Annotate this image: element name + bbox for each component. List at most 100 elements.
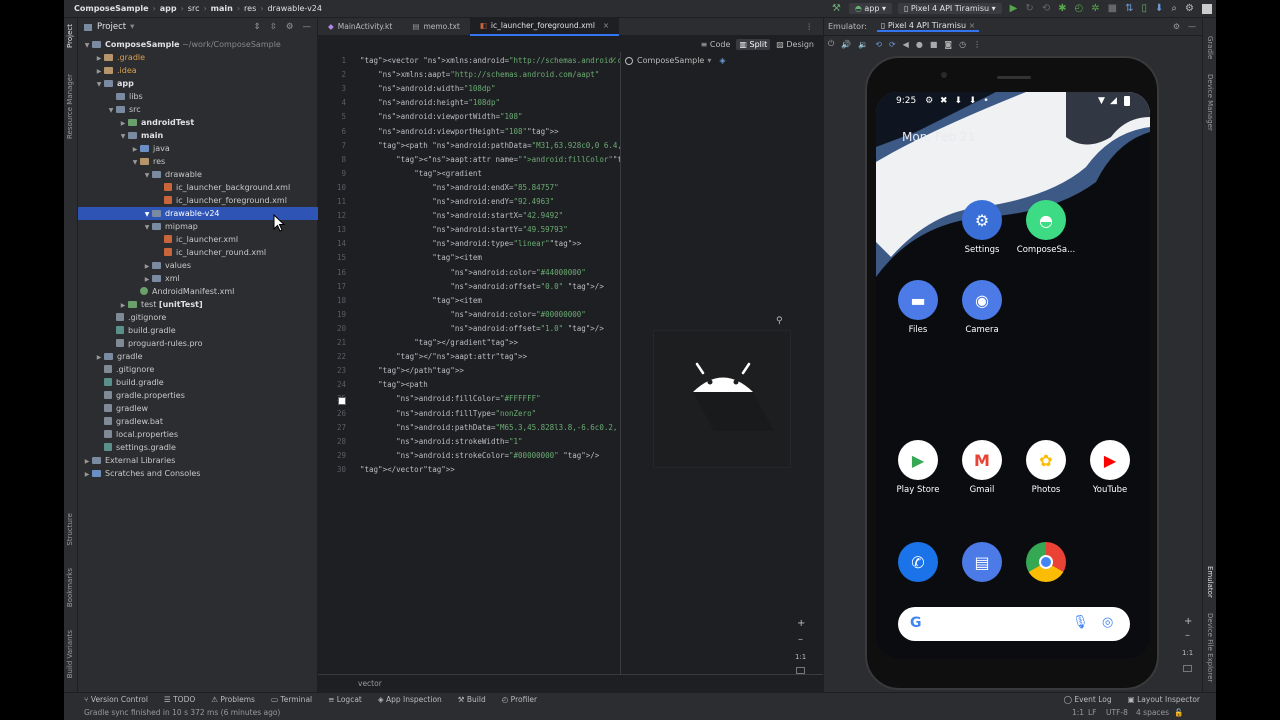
rerun-icon[interactable]: ↻ (1025, 3, 1033, 14)
tree-item-gradle-dir[interactable]: ▶ .gradle (78, 51, 318, 64)
project-view-select[interactable]: Project (97, 22, 126, 32)
sync-icon[interactable]: ⇅ (1125, 3, 1133, 14)
tree-item-java[interactable]: ▶ java (78, 142, 318, 155)
tree-item-values[interactable]: ▶ values (78, 259, 318, 272)
tab-ic-launcher-foreground[interactable]: ◧ ic_launcher_foreground.xml × (469, 17, 620, 36)
tool-bookmarks[interactable]: Bookmarks (66, 568, 74, 607)
zoom-fit-icon[interactable] (1183, 665, 1192, 672)
chevron-down-icon[interactable]: ▾ (130, 22, 134, 32)
preview-title[interactable]: ComposeSample (637, 56, 704, 65)
tab-version-control[interactable]: ⑂ Version Control (84, 695, 148, 704)
profile-icon[interactable]: ◴ (1075, 3, 1084, 14)
run-config-select[interactable]: ◓ app ▾ (848, 3, 892, 14)
home-date[interactable]: Mon, Feb 21 (902, 130, 975, 144)
status-message[interactable]: Gradle sync finished in 10 s 372 ms (6 m… (84, 708, 280, 717)
tree-item-gradlew-bat[interactable]: gradlew.bat (78, 415, 318, 428)
app-settings[interactable]: ⚙ Settings (947, 200, 1017, 255)
caret-position[interactable]: 1:1 (1072, 706, 1084, 720)
mode-design-button[interactable]: ▨ Design (773, 39, 817, 50)
close-icon[interactable]: × (969, 21, 976, 30)
breadcrumb-drawable-v24[interactable]: drawable-v24 (265, 4, 324, 13)
tool-gradle[interactable]: Gradle (1206, 36, 1214, 59)
close-icon[interactable]: × (603, 17, 609, 35)
device-screen[interactable]: 9:25 ⚙ ✖ ⬇ ⬇ • ▼ ◢ Mon, Feb 21 ⚙ Setting… (876, 92, 1150, 658)
breadcrumb-main[interactable]: main (209, 4, 235, 13)
app-composesample[interactable]: ◓ ComposeSa... (1011, 200, 1081, 255)
tree-item-gitignore[interactable]: .gitignore (78, 363, 318, 376)
zoom-actual-size[interactable]: 1:1 (795, 653, 806, 661)
snapshot-icon[interactable]: ◷ (959, 40, 966, 49)
tree-item-gradle-properties[interactable]: gradle.properties (78, 389, 318, 402)
indent-setting[interactable]: 4 spaces (1136, 706, 1169, 720)
chevron-right-icon[interactable]: ▶ (82, 468, 92, 481)
mode-split-button[interactable]: ▥ Split (736, 38, 771, 50)
tree-item-drawable[interactable]: ▼ drawable (78, 168, 318, 181)
apply-changes-icon[interactable]: ⟲ (1042, 3, 1050, 14)
stop-icon[interactable]: ■ (1108, 3, 1117, 14)
tab-problems[interactable]: ⚠ Problems (211, 695, 255, 704)
breadcrumb-app[interactable]: app (158, 4, 179, 13)
home-icon[interactable]: ● (916, 40, 923, 49)
dock-messages[interactable]: ▤ (947, 542, 1017, 587)
tree-item-idea[interactable]: ▶ .idea (78, 64, 318, 77)
zoom-out-icon[interactable]: – (798, 634, 803, 645)
line-separator[interactable]: LF (1088, 706, 1097, 720)
tool-build-variants[interactable]: Build Variants (66, 630, 74, 678)
tab-profiler[interactable]: ◴ Profiler (502, 695, 537, 704)
overview-icon[interactable]: ■ (930, 40, 938, 49)
tree-item-proguard[interactable]: proguard-rules.pro (78, 337, 318, 350)
minimize-icon[interactable]: — (303, 22, 312, 32)
tree-item-ic-launcher-round[interactable]: ic_launcher_round.xml (78, 246, 318, 259)
editor-breadcrumb-tag[interactable]: vector (358, 679, 382, 688)
tab-logcat[interactable]: ≡ Logcat (328, 695, 362, 704)
tab-memo[interactable]: ▤ memo.txt (402, 18, 469, 36)
tree-item-androidtest[interactable]: ▶ androidTest (78, 116, 318, 129)
collapse-all-icon[interactable]: ⇳ (270, 22, 277, 32)
microphone-icon[interactable]: 🎙 (1072, 615, 1089, 630)
tab-todo[interactable]: ☰ TODO (164, 695, 195, 704)
volume-up-icon[interactable]: 🔊 (841, 40, 851, 49)
lock-icon[interactable]: 🔓 (1174, 706, 1183, 720)
emulator-device-tab[interactable]: ▯ Pixel 4 API Tiramisu × (876, 21, 980, 32)
tool-structure[interactable]: Structure (66, 513, 74, 546)
tab-layout-inspector[interactable]: ▣ Layout Inspector (1128, 695, 1200, 704)
tree-item-gradle[interactable]: ▶ gradle (78, 350, 318, 363)
rotate-right-icon[interactable]: ⟳ (889, 40, 896, 49)
volume-down-icon[interactable]: 🔉 (858, 40, 868, 49)
tab-app-inspection[interactable]: ◈ App Inspection (378, 695, 442, 704)
tree-item-res[interactable]: ▼ res (78, 155, 318, 168)
tab-terminal[interactable]: ▭ Terminal (271, 695, 312, 704)
tree-item-local-properties[interactable]: local.properties (78, 428, 318, 441)
tree-item-scratches[interactable]: ▶ Scratches and Consoles (78, 467, 318, 480)
tree-item-ic-launcher[interactable]: ic_launcher.xml (78, 233, 318, 246)
breadcrumb-src[interactable]: src (186, 4, 202, 13)
rotate-left-icon[interactable]: ⟲ (875, 40, 882, 49)
app-gmail[interactable]: M Gmail (947, 440, 1017, 495)
file-encoding[interactable]: UTF-8 (1106, 706, 1128, 720)
avd-manager-icon[interactable]: ▯ (1142, 3, 1148, 14)
tree-item-settings-gradle[interactable]: settings.gradle (78, 441, 318, 454)
tree-item-ic-launcher-background[interactable]: ic_launcher_background.xml (78, 181, 318, 194)
lens-icon[interactable]: ◎ (1102, 615, 1113, 630)
hammer-icon[interactable]: ⚒ (832, 3, 841, 14)
dock-chrome[interactable] (1011, 542, 1081, 587)
tree-item-app-build-gradle[interactable]: build.gradle (78, 324, 318, 337)
power-icon[interactable]: ⏻ (828, 39, 834, 49)
tree-item-external-libraries[interactable]: ▶ External Libraries (78, 454, 318, 467)
app-photos[interactable]: ✿ Photos (1011, 440, 1081, 495)
app-youtube[interactable]: ▶ YouTube (1075, 440, 1145, 495)
tree-item-main[interactable]: ▼ main (78, 129, 318, 142)
tree-item-build-gradle[interactable]: build.gradle (78, 376, 318, 389)
more-icon[interactable]: ⋮ (973, 40, 981, 49)
gear-icon[interactable]: ⚙ (1173, 22, 1180, 31)
tree-item-xml[interactable]: ▶ xml (78, 272, 318, 285)
settings-icon[interactable]: ⚙ (1185, 3, 1194, 14)
zoom-in-icon[interactable]: + (1184, 616, 1192, 627)
zoom-out-icon[interactable]: – (1185, 630, 1190, 641)
breadcrumb-project[interactable]: ComposeSample (72, 4, 151, 13)
screenshot-icon[interactable]: ◙ (944, 40, 952, 49)
zoom-in-icon[interactable]: + (797, 618, 805, 629)
mode-code-button[interactable]: ≡ Code (698, 39, 734, 50)
gear-icon[interactable]: ⚙ (286, 22, 294, 32)
inspection-ok-icon[interactable]: ✓ (610, 56, 618, 66)
